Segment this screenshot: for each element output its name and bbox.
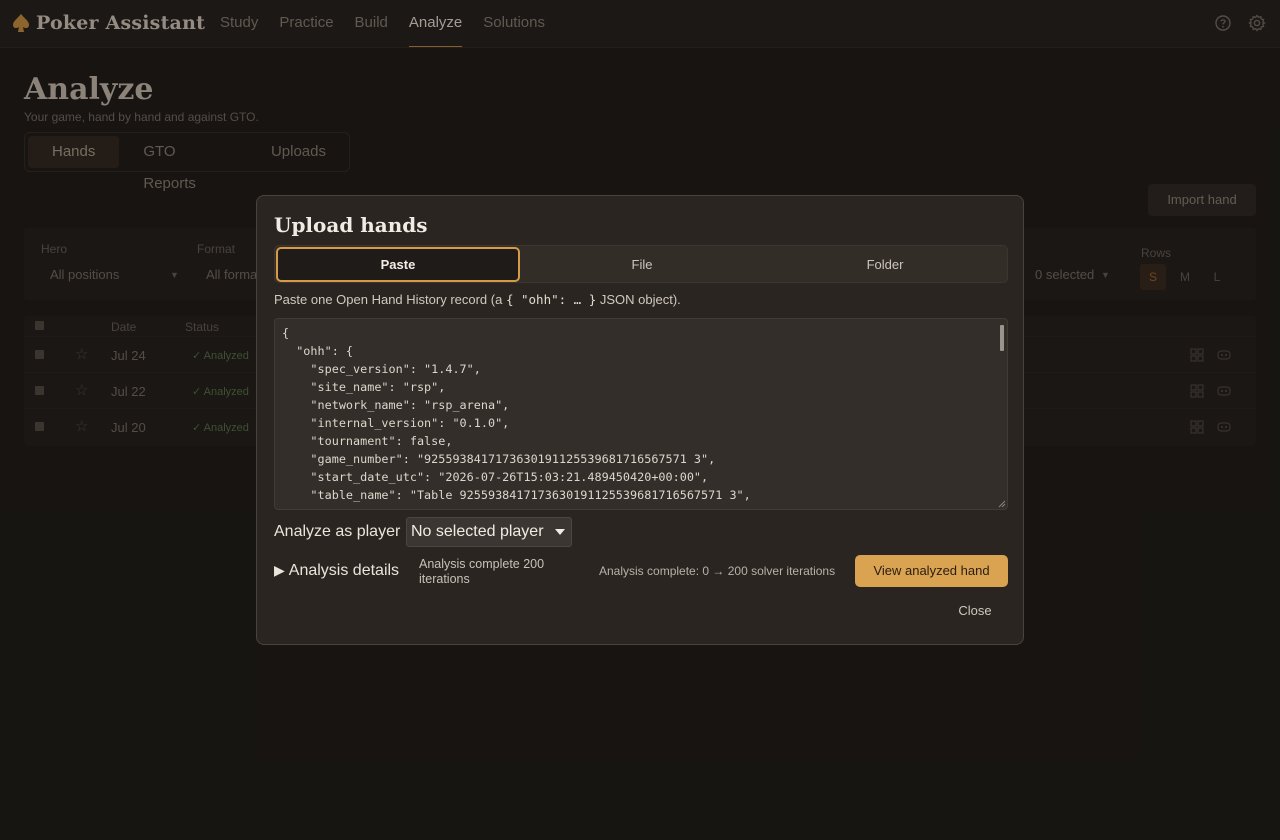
upload-source-tabs: Paste File Folder — [274, 245, 1008, 283]
analysis-complete-text: Analysis complete 200 iterations — [419, 557, 545, 586]
tab-file[interactable]: File — [520, 247, 764, 282]
analysis-status: Analysis complete: 0 → 200 solver iterat… — [599, 564, 836, 578]
resize-handle-icon[interactable] — [998, 500, 1006, 508]
player-select-value: No selected player — [411, 523, 544, 540]
tab-folder[interactable]: Folder — [763, 247, 1007, 282]
caret-down-icon — [555, 529, 565, 535]
disclosure-triangle-icon: ▶ — [274, 562, 285, 578]
hint-code: { "ohh": … } — [505, 292, 597, 307]
upload-hands-dialog: Upload hands Paste File Folder Paste one… — [256, 195, 1024, 645]
view-analyzed-hand-button[interactable]: View analyzed hand — [855, 555, 1008, 587]
hint-text-end: JSON object). — [596, 292, 681, 307]
dialog-title: Upload hands — [274, 213, 428, 237]
editor-scrollbar[interactable] — [1000, 325, 1004, 351]
analysis-details-toggle[interactable]: ▶ Analysis details — [274, 562, 399, 580]
hint-text: Paste one Open Hand History record (a — [274, 292, 506, 307]
tab-paste[interactable]: Paste — [276, 247, 520, 282]
json-textarea[interactable]: { "ohh": { "spec_version": "1.4.7", "sit… — [274, 318, 1008, 510]
analyze-as-player-label: Analyze as player — [274, 523, 401, 540]
json-content: { "ohh": { "spec_version": "1.4.7", "sit… — [282, 326, 751, 502]
analysis-details-label: Analysis details — [288, 562, 400, 579]
player-select[interactable]: No selected player — [406, 517, 572, 547]
paste-hint: Paste one Open Hand History record (a { … — [274, 292, 681, 307]
close-button[interactable]: Close — [945, 597, 1005, 625]
